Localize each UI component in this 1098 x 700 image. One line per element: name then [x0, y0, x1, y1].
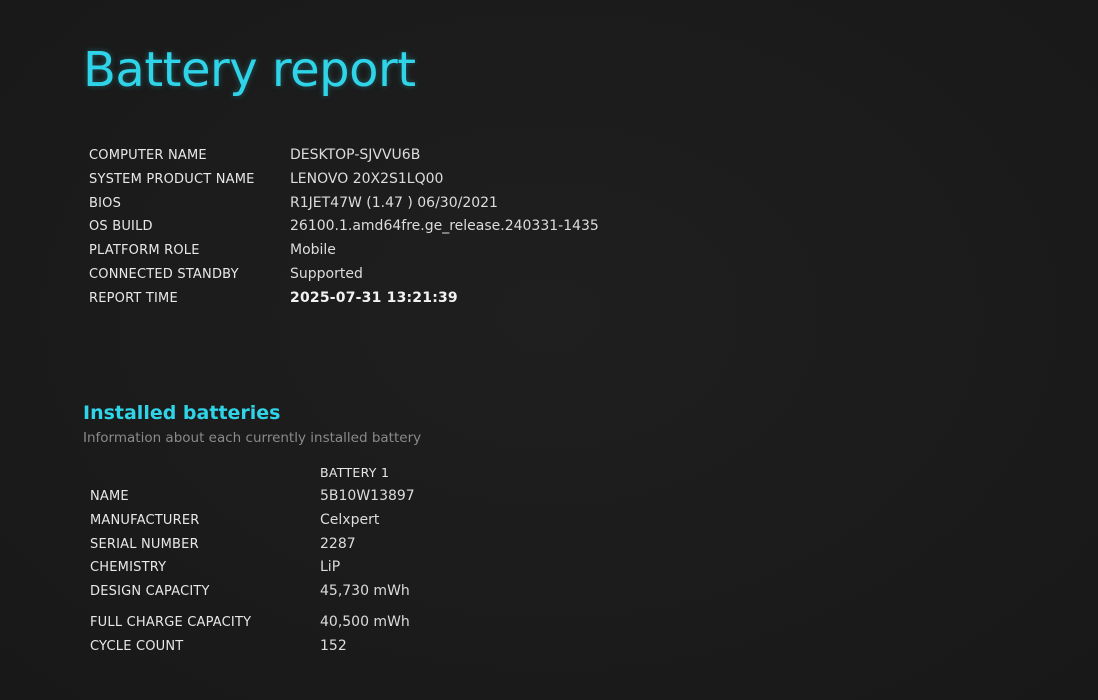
table-row: MANUFACTURER Celxpert — [90, 509, 415, 533]
table-row: OS BUILD 26100.1.amd64fre.ge_release.240… — [89, 215, 599, 239]
design-capacity-value: 45,730 mWh — [320, 583, 410, 600]
table-row: CYCLE COUNT 152 — [90, 635, 415, 659]
table-row: FULL CHARGE CAPACITY 40,500 mWh — [90, 604, 415, 635]
os-build-value: 26100.1.amd64fre.ge_release.240331-1435 — [290, 218, 599, 235]
cycle-count-value: 152 — [320, 637, 347, 654]
bios-label: BIOS — [89, 195, 122, 211]
installed-batteries-heading: Installed batteries — [83, 402, 281, 424]
bios-value: R1JET47W (1.47 ) 06/30/2021 — [290, 194, 498, 211]
battery-report-page: Battery report COMPUTER NAME DESKTOP-SJV… — [0, 0, 1098, 700]
computer-name-label: COMPUTER NAME — [89, 148, 207, 163]
table-row: REPORT TIME 2025-07-31 13:21:39 — [89, 287, 599, 311]
design-capacity-label: DESIGN CAPACITY — [90, 584, 210, 600]
page-title: Battery report — [83, 42, 416, 98]
table-row: NAME 5B10W13897 — [90, 485, 415, 509]
report-time-label: REPORT TIME — [89, 290, 178, 306]
installed-batteries-table: NAME 5B10W13897 MANUFACTURER Celxpert SE… — [90, 485, 415, 659]
table-row: SYSTEM PRODUCT NAME LENOVO 20X2S1LQ00 — [89, 168, 599, 192]
table-row: PLATFORM ROLE Mobile — [89, 239, 599, 263]
chemistry-value: LiP — [320, 559, 341, 576]
manufacturer-label: MANUFACTURER — [90, 512, 200, 528]
chemistry-label: CHEMISTRY — [90, 560, 167, 576]
system-product-name-value: LENOVO 20X2S1LQ00 — [290, 170, 444, 187]
connected-standby-label: CONNECTED STANDBY — [89, 266, 239, 282]
full-charge-capacity-value: 40,500 mWh — [320, 613, 410, 630]
full-charge-capacity-label: FULL CHARGE CAPACITY — [90, 614, 252, 630]
table-row: BIOS R1JET47W (1.47 ) 06/30/2021 — [89, 192, 599, 216]
connected-standby-value: Supported — [290, 265, 363, 282]
report-time-value: 2025-07-31 13:21:39 — [290, 289, 458, 306]
battery-name-value: 5B10W13897 — [320, 488, 415, 504]
installed-batteries-subtitle: Information about each currently install… — [83, 430, 422, 446]
manufacturer-value: Celxpert — [320, 511, 380, 528]
os-build-label: OS BUILD — [89, 219, 153, 235]
table-row: DESIGN CAPACITY 45,730 mWh — [90, 580, 415, 604]
serial-number-value: 2287 — [320, 535, 356, 552]
platform-role-label: PLATFORM ROLE — [89, 243, 200, 259]
table-row: CHEMISTRY LiP — [90, 556, 415, 580]
platform-role-value: Mobile — [290, 242, 336, 259]
serial-number-label: SERIAL NUMBER — [90, 536, 199, 552]
cycle-count-label: CYCLE COUNT — [90, 638, 184, 654]
table-row: COMPUTER NAME DESKTOP-SJVVU6B — [89, 144, 599, 168]
table-row: CONNECTED STANDBY Supported — [89, 263, 599, 287]
system-info-table: COMPUTER NAME DESKTOP-SJVVU6B SYSTEM PRO… — [89, 144, 599, 311]
computer-name-value: DESKTOP-SJVVU6B — [290, 147, 421, 163]
system-product-name-label: SYSTEM PRODUCT NAME — [89, 171, 255, 187]
battery-name-label: NAME — [90, 489, 129, 504]
battery-column-header: BATTERY 1 — [320, 465, 390, 480]
table-row: SERIAL NUMBER 2287 — [90, 533, 415, 557]
